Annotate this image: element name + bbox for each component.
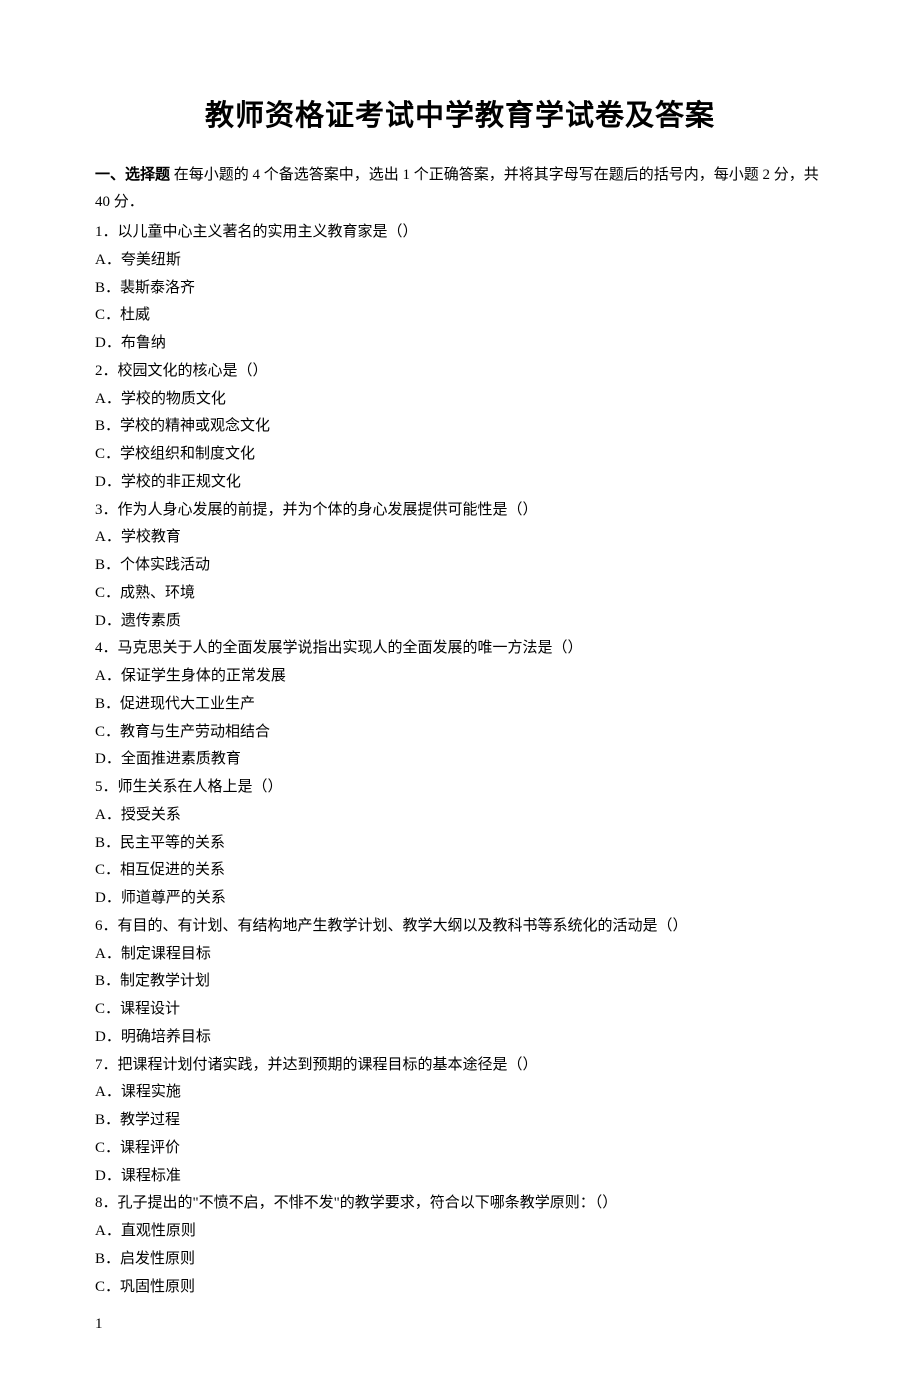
option-text: D．师道尊严的关系 xyxy=(95,885,825,913)
option-text: B．民主平等的关系 xyxy=(95,830,825,858)
question-text: 1．以儿童中心主义著名的实用主义教育家是（） xyxy=(95,219,825,247)
question-block: 5．师生关系在人格上是（）A．授受关系B．民主平等的关系C．相互促进的关系D．师… xyxy=(95,774,825,913)
question-block: 8．孔子提出的"不愤不启，不悱不发"的教学要求，符合以下哪条教学原则：（）A．直… xyxy=(95,1190,825,1301)
option-text: C．相互促进的关系 xyxy=(95,857,825,885)
option-text: A．授受关系 xyxy=(95,802,825,830)
option-text: D．课程标准 xyxy=(95,1163,825,1191)
option-text: C．学校组织和制度文化 xyxy=(95,441,825,469)
question-block: 7．把课程计划付诸实践，并达到预期的课程目标的基本途径是（）A．课程实施B．教学… xyxy=(95,1052,825,1191)
section-label: 一、选择题 xyxy=(95,167,170,183)
option-text: B．个体实践活动 xyxy=(95,552,825,580)
question-text: 4．马克思关于人的全面发展学说指出实现人的全面发展的唯一方法是（） xyxy=(95,635,825,663)
option-text: C．课程设计 xyxy=(95,996,825,1024)
question-text: 7．把课程计划付诸实践，并达到预期的课程目标的基本途径是（） xyxy=(95,1052,825,1080)
question-block: 1．以儿童中心主义著名的实用主义教育家是（）A．夸美纽斯B．裴斯泰洛齐C．杜威D… xyxy=(95,219,825,358)
option-text: B．促进现代大工业生产 xyxy=(95,691,825,719)
instructions-text: 在每小题的 4 个备选答案中，选出 1 个正确答案，并将其字母写在题后的括号内，… xyxy=(95,167,819,211)
option-text: B．裴斯泰洛齐 xyxy=(95,275,825,303)
option-text: C．杜威 xyxy=(95,302,825,330)
option-text: C．巩固性原则 xyxy=(95,1274,825,1302)
question-text: 5．师生关系在人格上是（） xyxy=(95,774,825,802)
option-text: A．学校的物质文化 xyxy=(95,386,825,414)
option-text: D．全面推进素质教育 xyxy=(95,746,825,774)
question-block: 2．校园文化的核心是（）A．学校的物质文化B．学校的精神或观念文化C．学校组织和… xyxy=(95,358,825,497)
option-text: D．学校的非正规文化 xyxy=(95,469,825,497)
page-title: 教师资格证考试中学教育学试卷及答案 xyxy=(95,90,825,144)
option-text: A．学校教育 xyxy=(95,524,825,552)
option-text: B．制定教学计划 xyxy=(95,968,825,996)
question-text: 8．孔子提出的"不愤不启，不悱不发"的教学要求，符合以下哪条教学原则：（） xyxy=(95,1190,825,1218)
question-text: 6．有目的、有计划、有结构地产生教学计划、教学大纲以及教科书等系统化的活动是（） xyxy=(95,913,825,941)
option-text: C．教育与生产劳动相结合 xyxy=(95,719,825,747)
questions-container: 1．以儿童中心主义著名的实用主义教育家是（）A．夸美纽斯B．裴斯泰洛齐C．杜威D… xyxy=(95,219,825,1301)
option-text: B．启发性原则 xyxy=(95,1246,825,1274)
question-block: 6．有目的、有计划、有结构地产生教学计划、教学大纲以及教科书等系统化的活动是（）… xyxy=(95,913,825,1052)
option-text: B．学校的精神或观念文化 xyxy=(95,413,825,441)
question-text: 3．作为人身心发展的前提，并为个体的身心发展提供可能性是（） xyxy=(95,497,825,525)
option-text: D．遗传素质 xyxy=(95,608,825,636)
option-text: D．明确培养目标 xyxy=(95,1024,825,1052)
option-text: C．课程评价 xyxy=(95,1135,825,1163)
option-text: A．直观性原则 xyxy=(95,1218,825,1246)
question-text: 2．校园文化的核心是（） xyxy=(95,358,825,386)
option-text: C．成熟、环境 xyxy=(95,580,825,608)
option-text: D．布鲁纳 xyxy=(95,330,825,358)
option-text: A．制定课程目标 xyxy=(95,941,825,969)
option-text: B．教学过程 xyxy=(95,1107,825,1135)
option-text: A．保证学生身体的正常发展 xyxy=(95,663,825,691)
option-text: A．课程实施 xyxy=(95,1079,825,1107)
page-number: 1 xyxy=(95,1311,825,1339)
question-block: 3．作为人身心发展的前提，并为个体的身心发展提供可能性是（）A．学校教育B．个体… xyxy=(95,497,825,636)
question-block: 4．马克思关于人的全面发展学说指出实现人的全面发展的唯一方法是（）A．保证学生身… xyxy=(95,635,825,774)
option-text: A．夸美纽斯 xyxy=(95,247,825,275)
section-instructions: 一、选择题 在每小题的 4 个备选答案中，选出 1 个正确答案，并将其字母写在题… xyxy=(95,162,825,218)
